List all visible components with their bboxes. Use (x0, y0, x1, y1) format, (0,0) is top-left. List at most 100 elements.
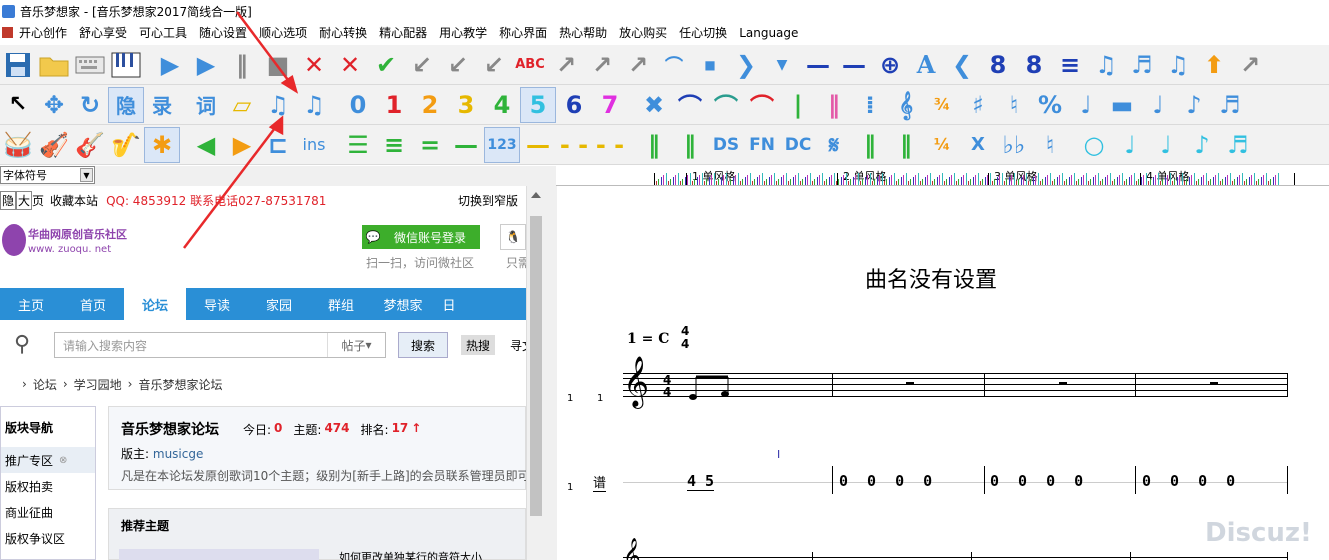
three-lines-icon[interactable]: ≡ (376, 127, 412, 163)
sidebar-item-promo[interactable]: 推广专区 ⊗ (1, 447, 95, 473)
fn-button[interactable]: FN (744, 127, 780, 163)
nav-group[interactable]: 群组 (310, 288, 372, 320)
note-double-icon[interactable]: ♫ (1088, 47, 1124, 83)
num-5-button[interactable]: 5 (520, 86, 556, 123)
note-beam-icon[interactable]: ♬ (1124, 47, 1160, 83)
scroll-thumb[interactable] (530, 216, 542, 516)
breadcrumb-forum[interactable]: 论坛 (33, 376, 57, 393)
bar-green-icon[interactable]: ‖ (852, 127, 888, 163)
arc-icon[interactable]: ⌒ (744, 87, 780, 123)
scroll-up-icon[interactable] (531, 192, 541, 198)
cyan-eighth-icon[interactable]: ♪ (1184, 127, 1220, 163)
crosshair-icon[interactable]: ⊕ (872, 47, 908, 83)
site-logo[interactable]: 华曲网原创音乐社区 www. zuoqu. net (0, 222, 127, 262)
breadcrumb-study[interactable]: 学习园地 (74, 376, 122, 393)
big-page-button[interactable]: 大 (16, 190, 33, 210)
note-pair-icon[interactable]: ♫ (1160, 47, 1196, 83)
stop-icon[interactable]: ■ (260, 47, 296, 83)
down-triangle-icon[interactable]: ▼ (764, 47, 800, 83)
sharp-icon[interactable]: ♯ (960, 87, 996, 123)
arrow-level-icon[interactable]: ↙ (404, 47, 440, 83)
pointer-icon[interactable]: ↖ (0, 87, 36, 123)
x-button[interactable]: X (960, 127, 996, 163)
check-icon[interactable]: ✔ (368, 47, 404, 83)
num-3-button[interactable]: 3 (448, 87, 484, 123)
search-input[interactable]: 请输入搜索内容 帖子 ▾ (54, 332, 386, 358)
hide-page-button[interactable]: 隐 (0, 190, 17, 210)
time-sig-icon[interactable]: ¾ (924, 87, 960, 123)
hot-search-label[interactable]: 热搜 (461, 335, 495, 355)
hide-button[interactable]: 隐 (108, 86, 144, 123)
cyan-sixteenth-icon[interactable]: ♬ (1220, 127, 1256, 163)
bookmark-link[interactable]: 收藏本站 (50, 192, 98, 209)
cyan-half-icon[interactable]: ♩ (1112, 127, 1148, 163)
natural-icon[interactable]: ♮ (996, 87, 1032, 123)
nav-space[interactable]: 家园 (248, 288, 310, 320)
percent-icon[interactable]: % (1032, 87, 1068, 123)
open-folder-icon[interactable] (36, 47, 72, 83)
browser-scrollbar[interactable] (526, 186, 544, 560)
back-arrow-icon[interactable]: ❮ (944, 47, 980, 83)
arrow-level-2-icon[interactable]: ↙ (440, 47, 476, 83)
eight-plus-icon[interactable]: 8 (980, 47, 1016, 83)
guitar-icon[interactable]: 🎸 (72, 127, 108, 163)
menu-item-convert[interactable]: 耐心转换 (313, 24, 373, 41)
recommended-item[interactable]: 如何更改单独某行的音符大小 (339, 549, 482, 560)
dot-icon[interactable]: ■ (692, 47, 728, 83)
sax-icon[interactable]: 🎷 (108, 127, 144, 163)
menu-item-switch[interactable]: 任心切换 (673, 24, 733, 41)
cyan-quarter-icon[interactable]: ♩ (1148, 127, 1184, 163)
flat-icon[interactable]: ♮ (1032, 127, 1068, 163)
eighth-notes-icon[interactable]: ♫ (260, 87, 296, 123)
menu-item-settings[interactable]: 随心设置 (193, 24, 253, 41)
ds-button[interactable]: DS (708, 127, 744, 163)
chevron-down-icon[interactable]: ▼ (80, 168, 93, 182)
nav-forum[interactable]: 论坛 (124, 288, 186, 320)
spellcheck-icon[interactable]: ABC (512, 47, 548, 83)
num-1-button[interactable]: 1 (376, 87, 412, 123)
font-symbol-select[interactable]: 字体符号 ▼ (0, 166, 95, 184)
menu-item-teaching[interactable]: 用心教学 (433, 24, 493, 41)
double-flat-icon[interactable]: ♭♭ (996, 127, 1032, 163)
sidebar-item-auction[interactable]: 版权拍卖 (1, 473, 95, 499)
two-lines-icon[interactable]: = (412, 127, 448, 163)
cursor-up-2-icon[interactable]: ↗ (584, 47, 620, 83)
sidebar-item-dispute[interactable]: 版权争议区 (1, 525, 95, 551)
dc-button[interactable]: DC (780, 127, 816, 163)
bar-single-icon[interactable]: | (780, 87, 816, 123)
bar-green-2-icon[interactable]: ‖ (888, 127, 924, 163)
qq-icon[interactable]: 🐧 (500, 224, 526, 250)
num-7-button[interactable]: 7 (592, 87, 628, 123)
half-note-icon[interactable]: ♩ (1140, 87, 1176, 123)
switch-narrow-link[interactable]: 切换到窄版 (458, 192, 518, 209)
menu-app-icon[interactable] (2, 27, 13, 38)
sidebar-item-commercial[interactable]: 商业征曲 (1, 499, 95, 525)
one-line-icon[interactable]: — (448, 127, 484, 163)
menu-item-buy[interactable]: 放心购买 (613, 24, 673, 41)
beamed-notes[interactable] (685, 374, 745, 404)
menu-item-options[interactable]: 顺心选项 (253, 24, 313, 41)
tie-delete-icon[interactable]: ✕ (296, 47, 332, 83)
time-sig-4-4-icon[interactable]: ¼ (924, 127, 960, 163)
move-icon[interactable]: ✥ (36, 87, 72, 123)
menu-item-tools[interactable]: 可心工具 (133, 24, 193, 41)
four-lines-icon[interactable]: ☰ (340, 127, 376, 163)
drum-icon[interactable]: 🥁 (0, 127, 36, 163)
dash-yellow-icon[interactable]: — (520, 127, 556, 163)
nav-blog[interactable]: 日 (434, 288, 464, 320)
menu-item-language[interactable]: Language (733, 26, 804, 40)
whole-note-icon[interactable]: ○ (1076, 127, 1112, 163)
search-button[interactable]: 搜索 (398, 332, 448, 358)
numbers-button[interactable]: 123 (484, 126, 520, 163)
lines-icon[interactable]: ≡ (1052, 47, 1088, 83)
keyboard-icon[interactable] (72, 47, 108, 83)
search-type-select[interactable]: 帖子 ▾ (327, 333, 385, 357)
nav-index[interactable]: 首页 (62, 288, 124, 320)
x-delete-icon[interactable]: ✖ (636, 87, 672, 123)
save-icon[interactable] (0, 47, 36, 83)
font-a-icon[interactable]: A (908, 47, 944, 83)
num-6-button[interactable]: 6 (556, 87, 592, 123)
jianpu-measure-4[interactable]: 0 0 0 0 (1142, 472, 1240, 490)
num-4-button[interactable]: 4 (484, 87, 520, 123)
right-arrow-icon[interactable]: ▶ (224, 127, 260, 163)
